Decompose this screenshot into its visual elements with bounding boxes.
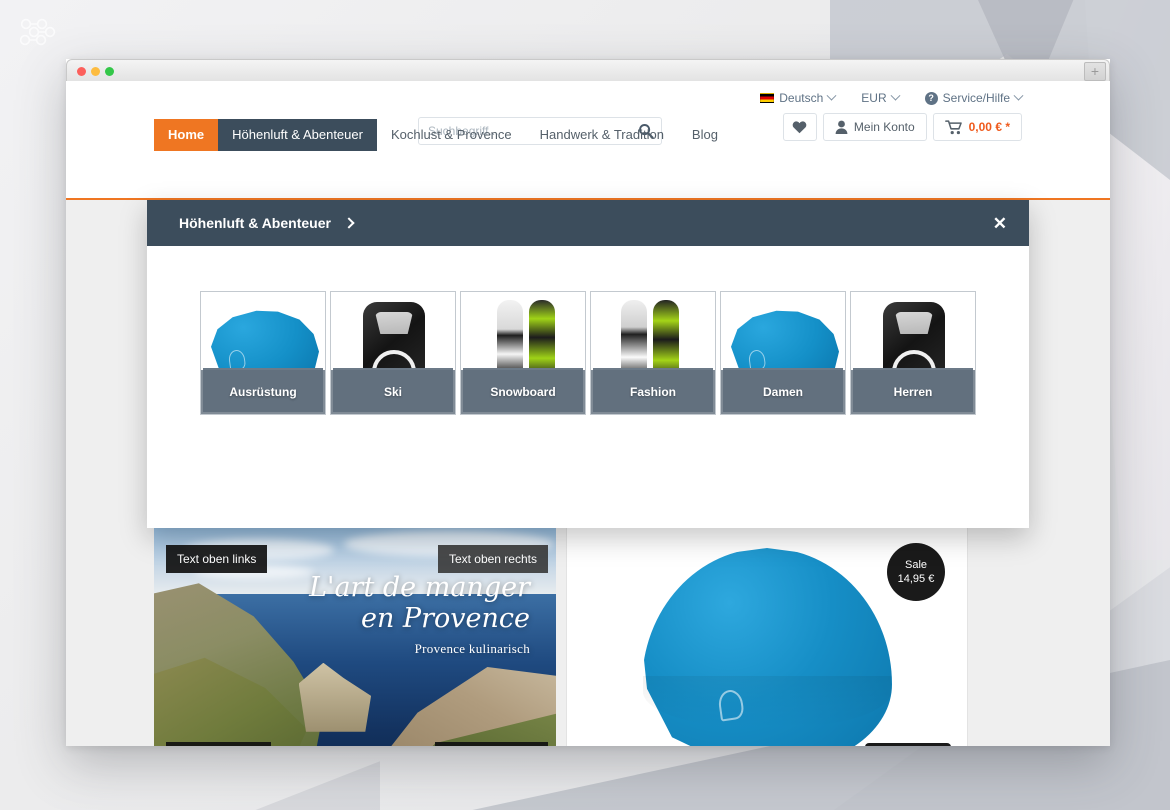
currency-label: EUR: [861, 91, 887, 105]
sale-badge-price: 14,95 €: [897, 573, 935, 585]
sale-badge-word: Sale: [904, 559, 928, 571]
banner-title-line1: L'art de manger: [309, 572, 530, 603]
banner-headline: L'art de manger en Provence Provence kul…: [309, 573, 530, 657]
account-button[interactable]: Mein Konto: [822, 113, 927, 141]
browser-viewport: Deutsch EUR ? Service/Hilfe Suchbegriff.…: [66, 81, 1110, 746]
cart-button[interactable]: 0,00 € *: [932, 113, 1022, 141]
flyout-title[interactable]: Höhenluft & Abenteuer: [179, 215, 331, 231]
sale-badge: Sale 14,95 €: [887, 543, 945, 601]
product-tile[interactable]: Sale 14,95 € Zum Artikel: [566, 525, 968, 746]
banner-subtitle: Provence kulinarisch: [414, 641, 530, 656]
banner-label-bottom-right[interactable]: Text unten rechts: [434, 742, 548, 746]
nav-item-kochlust-provence[interactable]: Kochlust & Provence: [377, 119, 526, 151]
category-tile-damen[interactable]: Damen: [720, 291, 846, 415]
language-label: Deutsch: [779, 91, 824, 105]
new-tab-button[interactable]: +: [1084, 62, 1106, 81]
flyout-header: Höhenluft & Abenteuer ✕: [147, 200, 1029, 246]
nav-item-hoehenluft-abenteuer[interactable]: Höhenluft & Abenteuer: [218, 119, 377, 151]
cart-icon: [944, 119, 962, 134]
category-tile-label: Fashion: [591, 370, 715, 414]
browser-titlebar: +: [66, 59, 1110, 81]
german-flag-icon: [760, 93, 775, 103]
currency-selector[interactable]: EUR: [861, 90, 901, 105]
banner-label-top-left[interactable]: Text oben links: [166, 545, 268, 573]
nodes-graph-icon: [19, 18, 56, 46]
chevron-down-icon: [890, 90, 901, 101]
top-utility-bar: Deutsch EUR ? Service/Hilfe: [154, 81, 1024, 105]
main-navigation: Home Höhenluft & Abenteuer Kochlust & Pr…: [154, 119, 732, 151]
question-circle-icon: ?: [924, 91, 938, 105]
account-label: Mein Konto: [853, 120, 915, 134]
chevron-down-icon: [826, 90, 837, 101]
user-icon: [835, 120, 848, 134]
category-tile-label: Ski: [331, 370, 455, 414]
category-tile-fashion[interactable]: Fashion: [590, 291, 716, 415]
shop-page: Deutsch EUR ? Service/Hilfe Suchbegriff.…: [66, 81, 1110, 746]
nav-item-handwerk-tradition[interactable]: Handwerk & Tradition: [526, 119, 678, 151]
service-help-menu[interactable]: ? Service/Hilfe: [924, 90, 1024, 105]
close-icon[interactable]: ✕: [993, 215, 1007, 232]
language-selector[interactable]: Deutsch: [760, 90, 837, 105]
category-tile-herren[interactable]: Herren: [850, 291, 976, 415]
chevron-right-icon[interactable]: [343, 217, 355, 229]
provence-banner-tile[interactable]: L'art de manger en Provence Provence kul…: [154, 525, 556, 746]
heart-icon: [793, 121, 807, 134]
service-label: Service/Hilfe: [942, 91, 1010, 105]
header-actions: Mein Konto 0,00 € *: [782, 113, 1022, 141]
window-close-button[interactable]: [77, 67, 86, 76]
window-zoom-button[interactable]: [105, 67, 114, 76]
category-tile-ausruestung[interactable]: Ausrüstung: [200, 291, 326, 415]
banner-label-bottom-left[interactable]: Text unten links: [166, 742, 271, 746]
banner-label-top-right[interactable]: Text oben rechts: [437, 545, 548, 573]
shop-header: Deutsch EUR ? Service/Hilfe Suchbegriff.…: [66, 81, 1110, 200]
category-tile-snowboard[interactable]: Snowboard: [460, 291, 586, 415]
chevron-down-icon: [1013, 90, 1024, 101]
category-tile-label: Snowboard: [461, 370, 585, 414]
banner-title-line2: en Provence: [360, 603, 530, 634]
product-card: Sale 14,95 € Zum Artikel: [566, 525, 968, 746]
category-tile-label: Damen: [721, 370, 845, 414]
cart-amount: 0,00 € *: [968, 120, 1010, 134]
nav-item-home[interactable]: Home: [154, 119, 219, 151]
wishlist-button[interactable]: [782, 113, 817, 141]
flyout-tile-grid: Ausrüstung Ski Snowboard Fashion Damen H…: [147, 246, 1029, 460]
category-tile-label: Herren: [851, 370, 975, 414]
category-tile-ski[interactable]: Ski: [330, 291, 456, 415]
browser-window: + Deutsch EUR ? Service/Hilfe Suchbegrif…: [66, 59, 1110, 746]
category-tile-label: Ausrüstung: [201, 370, 325, 414]
window-minimize-button[interactable]: [91, 67, 100, 76]
provence-banner: L'art de manger en Provence Provence kul…: [154, 525, 556, 746]
category-flyout-menu: Höhenluft & Abenteuer ✕ Ausrüstung Ski S…: [147, 200, 1029, 528]
nav-item-blog[interactable]: Blog: [678, 119, 732, 151]
to-article-button[interactable]: Zum Artikel: [864, 743, 951, 746]
